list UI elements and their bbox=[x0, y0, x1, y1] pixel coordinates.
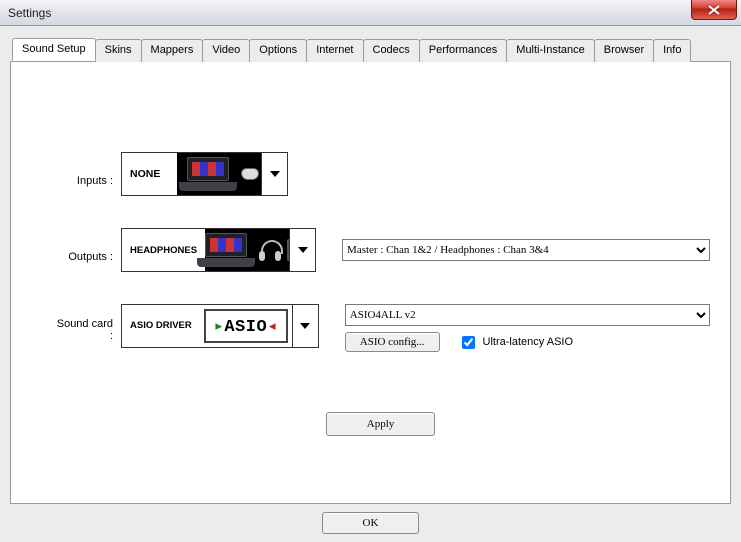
ultra-latency-label: Ultra-latency ASIO bbox=[483, 336, 573, 348]
tab-video[interactable]: Video bbox=[202, 39, 250, 62]
titlebar: Settings bbox=[0, 0, 741, 26]
ultra-latency-checkbox[interactable] bbox=[462, 336, 475, 349]
ultra-latency-row[interactable]: Ultra-latency ASIO bbox=[458, 333, 573, 352]
inputs-label: Inputs : bbox=[51, 161, 121, 187]
tabstrip: Sound Setup Skins Mappers Video Options … bbox=[12, 38, 731, 61]
apply-row: Apply bbox=[51, 412, 710, 436]
outputs-label: Outputs : bbox=[51, 237, 121, 263]
tab-info[interactable]: Info bbox=[653, 39, 691, 62]
laptop-icon bbox=[197, 233, 255, 267]
tab-skins[interactable]: Skins bbox=[95, 39, 142, 62]
laptop-icon bbox=[179, 157, 237, 191]
close-icon bbox=[708, 5, 720, 15]
tab-browser[interactable]: Browser bbox=[594, 39, 654, 62]
outputs-picker-graphic bbox=[205, 229, 289, 271]
inputs-picker[interactable]: NONE bbox=[121, 152, 288, 196]
inputs-picker-graphic bbox=[177, 153, 261, 195]
headphones-icon bbox=[259, 239, 281, 261]
outputs-channel-select[interactable]: Master : Chan 1&2 / Headphones : Chan 3&… bbox=[342, 239, 710, 261]
mouse-icon bbox=[241, 168, 259, 180]
inputs-picker-text: NONE bbox=[122, 153, 177, 195]
close-button[interactable] bbox=[691, 0, 737, 20]
soundcard-picker-text: ASIO DRIVER bbox=[122, 305, 200, 347]
soundcard-label: Sound card : bbox=[51, 304, 121, 342]
sound-setup-panel: Inputs : NONE Outputs : HEADPHONES bbox=[10, 61, 731, 504]
tab-mappers[interactable]: Mappers bbox=[141, 39, 204, 62]
soundcard-row: Sound card : ASIO DRIVER ▸ASIO◂ ASIO4ALL… bbox=[51, 304, 710, 352]
tab-internet[interactable]: Internet bbox=[306, 39, 363, 62]
tab-sound-setup[interactable]: Sound Setup bbox=[12, 38, 96, 61]
outputs-picker-text: HEADPHONES bbox=[122, 229, 205, 271]
asio-logo: ▸ASIO◂ bbox=[204, 309, 288, 343]
outputs-dropdown-button[interactable] bbox=[289, 229, 315, 271]
tab-performances[interactable]: Performances bbox=[419, 39, 507, 62]
asio-config-button[interactable]: ASIO config... bbox=[345, 332, 440, 352]
tab-multi-instance[interactable]: Multi-Instance bbox=[506, 39, 594, 62]
outputs-picker[interactable]: HEADPHONES bbox=[121, 228, 316, 272]
soundcard-dropdown-button[interactable] bbox=[292, 305, 318, 347]
window-title: Settings bbox=[8, 6, 51, 20]
soundcard-device-select[interactable]: ASIO4ALL v2 bbox=[345, 304, 710, 326]
inputs-dropdown-button[interactable] bbox=[261, 153, 287, 195]
ok-button[interactable]: OK bbox=[322, 512, 420, 534]
soundcard-picker[interactable]: ASIO DRIVER ▸ASIO◂ bbox=[121, 304, 319, 348]
inputs-row: Inputs : NONE bbox=[51, 152, 710, 196]
tab-codecs[interactable]: Codecs bbox=[363, 39, 420, 62]
tab-options[interactable]: Options bbox=[249, 39, 307, 62]
apply-button[interactable]: Apply bbox=[326, 412, 436, 436]
outputs-row: Outputs : HEADPHONES Master : Chan 1&2 /… bbox=[51, 228, 710, 272]
footer: OK bbox=[10, 504, 731, 534]
